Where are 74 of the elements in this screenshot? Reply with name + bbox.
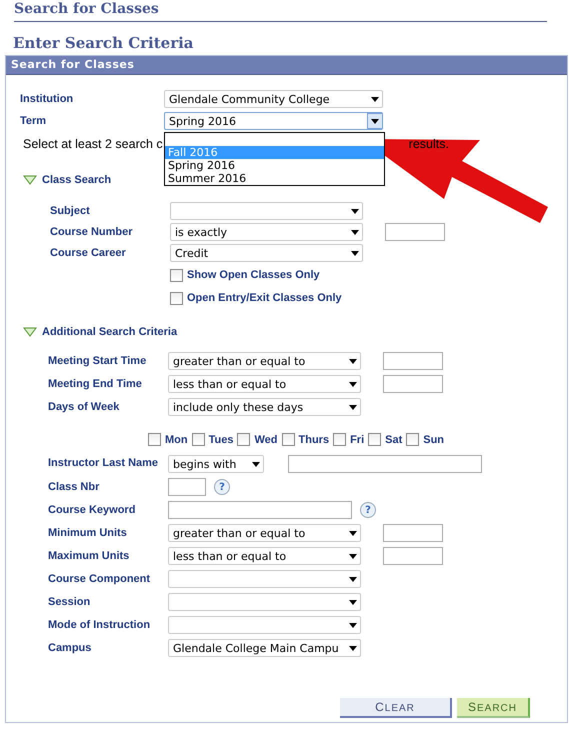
field-label: Maximum Units: [48, 550, 130, 562]
dropdown[interactable]: [168, 616, 361, 634]
checkbox-label: Thurs: [298, 434, 330, 446]
dropdown[interactable]: Spring 2016: [164, 112, 383, 130]
field-label: Campus: [48, 642, 92, 654]
input-field[interactable]: [383, 375, 443, 393]
field-label: Session: [48, 596, 92, 608]
checkbox-label: Fri: [350, 434, 364, 446]
field-label: Institution: [20, 93, 74, 105]
field-label: Course Keyword: [48, 504, 136, 516]
caret-icon: [368, 114, 382, 128]
field-label: Mode of Instruction: [48, 619, 152, 631]
dropdown[interactable]: [168, 570, 361, 588]
input-field[interactable]: [385, 223, 445, 241]
field-label: Term: [20, 115, 48, 127]
checkbox-label: Wed: [254, 434, 278, 446]
dropdown[interactable]: include only these days: [168, 398, 361, 416]
field-label: Minimum Units: [48, 527, 128, 539]
field-label: Class Nbr: [48, 481, 100, 493]
help-icon[interactable]: ?: [360, 502, 376, 518]
field-label: Subject: [50, 205, 91, 217]
dropdown-option[interactable]: Spring 2016: [165, 159, 384, 172]
checkbox[interactable]: [170, 268, 183, 282]
dropdown[interactable]: less than or equal to: [168, 547, 361, 565]
checkbox-label: Mon: [165, 434, 188, 446]
checkbox-label: Show Open Classes Only: [187, 269, 320, 281]
dropdown[interactable]: Glendale College Main Campu: [168, 639, 361, 657]
input-field[interactable]: [288, 455, 482, 473]
search-button[interactable]: SEARCH: [457, 698, 530, 718]
dropdown[interactable]: greater than or equal to: [168, 352, 361, 370]
dropdown[interactable]: greater than or equal to: [168, 524, 361, 542]
checkbox[interactable]: [170, 292, 183, 304]
dropdown[interactable]: is exactly: [170, 223, 363, 241]
input-field[interactable]: [383, 547, 443, 565]
dropdown[interactable]: [170, 202, 363, 220]
checkbox[interactable]: [282, 433, 294, 446]
field-label: Course Number: [50, 226, 134, 238]
instruction-text: results.: [408, 137, 449, 151]
checkbox[interactable]: [192, 433, 205, 446]
panel-header: Search for Classes: [6, 56, 567, 75]
clear-button[interactable]: CLEAR: [340, 698, 452, 718]
checkbox-label: Tues: [208, 434, 234, 446]
instruction-text: Select at least 2 search c: [23, 137, 163, 151]
field-label: Meeting Start Time: [48, 355, 148, 367]
input-field[interactable]: [168, 478, 206, 496]
section-heading[interactable]: Class Search: [42, 174, 112, 186]
input-field[interactable]: [383, 352, 443, 370]
page-title: Search for Classes: [14, 0, 159, 19]
help-icon[interactable]: ?: [214, 479, 230, 495]
checkbox-label: Sat: [385, 434, 402, 446]
checkbox[interactable]: [333, 433, 346, 446]
checkbox[interactable]: [406, 433, 420, 446]
section-title: Enter Search Criteria: [13, 34, 194, 52]
checkbox[interactable]: [368, 433, 382, 446]
field-label: Course Career: [50, 247, 127, 259]
dropdown[interactable]: begins with: [168, 455, 264, 473]
dropdown[interactable]: Credit: [170, 244, 363, 262]
checkbox[interactable]: [148, 433, 161, 446]
dropdown[interactable]: [168, 593, 361, 611]
field-label: Meeting End Time: [48, 378, 143, 390]
input-field[interactable]: [383, 524, 443, 542]
section-heading[interactable]: Additional Search Criteria: [42, 326, 178, 338]
expand-icon[interactable]: [23, 175, 37, 185]
field-label: Instructor Last Name: [48, 456, 160, 471]
dropdown-option[interactable]: Summer 2016: [165, 172, 384, 185]
dropdown[interactable]: less than or equal to: [168, 375, 361, 393]
expand-icon[interactable]: [23, 327, 37, 337]
dropdown[interactable]: Glendale Community College: [164, 90, 383, 108]
field-label: Course Component: [48, 573, 152, 585]
checkbox-label: Sun: [423, 434, 444, 446]
input-field[interactable]: [168, 501, 352, 519]
checkbox-label: Open Entry/Exit Classes Only: [187, 292, 342, 304]
checkbox[interactable]: [237, 433, 250, 446]
field-label: Days of Week: [48, 401, 120, 413]
